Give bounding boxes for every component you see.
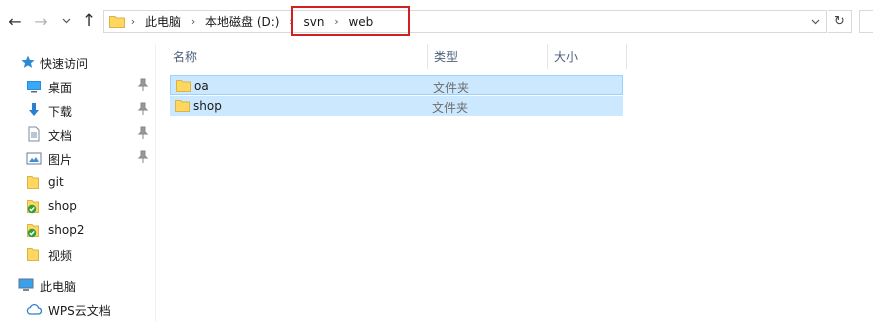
sidebar-item-pictures[interactable]: 图片 xyxy=(0,146,155,170)
sidebar-item-documents[interactable]: 文档 xyxy=(0,122,155,146)
breadcrumb-separator-icon[interactable]: › xyxy=(185,15,201,28)
sidebar-item-label: 桌面 xyxy=(48,81,73,95)
up-arrow-icon: ↑ xyxy=(81,11,97,31)
pin-icon[interactable] xyxy=(137,150,149,164)
file-row-shop[interactable]: shop 文件夹 xyxy=(170,96,623,116)
file-row-oa[interactable]: oa 文件夹 xyxy=(170,75,623,95)
back-button[interactable]: ← xyxy=(2,10,28,32)
folder-icon xyxy=(176,80,191,92)
column-header-type[interactable]: 类型 xyxy=(427,44,547,69)
address-toolbar: ← → ↑ › 此电脑 › 本地磁盘 (D:) › svn › web ↻ xyxy=(0,0,873,44)
forward-button[interactable]: → xyxy=(28,10,54,32)
column-header-name[interactable]: 名称 xyxy=(157,44,427,69)
back-arrow-icon: ← xyxy=(8,11,22,31)
navigation-pane: 快速访问 桌面 下载 文档 图片 git shop shop2 视频 此电脑 W… xyxy=(0,44,156,322)
pin-icon[interactable] xyxy=(137,102,149,116)
file-name: shop xyxy=(193,99,222,113)
column-header-size[interactable]: 大小 xyxy=(547,44,627,69)
sidebar-item-label: git xyxy=(48,175,64,189)
sidebar-item-this-pc[interactable]: 此电脑 xyxy=(0,273,155,297)
address-bar[interactable]: › 此电脑 › 本地磁盘 (D:) › svn › web xyxy=(103,10,827,33)
star-icon xyxy=(21,55,35,68)
pictures-icon xyxy=(26,152,42,165)
breadcrumb-this-pc[interactable]: 此电脑 xyxy=(141,13,185,30)
file-name: oa xyxy=(194,79,209,93)
sidebar-item-label: shop xyxy=(48,199,77,213)
up-button[interactable]: ↑ xyxy=(76,10,102,32)
breadcrumb-local-disk[interactable]: 本地磁盘 (D:) xyxy=(201,13,283,30)
cloud-icon xyxy=(26,304,42,315)
sidebar-item-git[interactable]: git xyxy=(0,170,155,194)
folder-icon xyxy=(175,100,190,112)
sidebar-item-desktop[interactable]: 桌面 xyxy=(0,74,155,98)
sidebar-item-quick-access[interactable]: 快速访问 xyxy=(0,50,155,74)
annotation-highlight-box xyxy=(291,6,410,36)
desktop-icon xyxy=(27,81,41,93)
sidebar-item-downloads[interactable]: 下载 xyxy=(0,98,155,122)
breadcrumb-separator-icon[interactable]: › xyxy=(125,15,141,28)
forward-arrow-icon: → xyxy=(34,11,48,31)
file-list: 名称 类型 大小 oa 文件夹 shop 文件夹 xyxy=(157,44,873,322)
computer-icon xyxy=(18,278,34,291)
pin-icon[interactable] xyxy=(137,78,149,92)
sidebar-item-label: shop2 xyxy=(48,223,85,237)
refresh-button[interactable]: ↻ xyxy=(828,10,852,33)
file-type: 文件夹 xyxy=(432,101,469,115)
sidebar-item-shop2[interactable]: shop2 xyxy=(0,218,155,242)
svn-folder-icon xyxy=(27,224,39,238)
sidebar-item-label: WPS云文档 xyxy=(48,304,111,318)
sidebar-item-label: 下载 xyxy=(48,105,73,119)
refresh-icon: ↻ xyxy=(834,14,845,29)
document-icon xyxy=(28,126,40,142)
sidebar-item-label: 此电脑 xyxy=(40,280,77,294)
sidebar-item-label: 快速访问 xyxy=(40,57,89,71)
file-explorer-window: ← → ↑ › 此电脑 › 本地磁盘 (D:) › svn › web ↻ 快速… xyxy=(0,0,873,322)
sidebar-item-label: 视频 xyxy=(48,249,73,263)
sidebar-item-wps-cloud[interactable]: WPS云文档 xyxy=(0,297,155,321)
sidebar-item-shop[interactable]: shop xyxy=(0,194,155,218)
chevron-down-icon xyxy=(62,18,70,24)
sidebar-item-label: 图片 xyxy=(48,153,73,167)
folder-icon xyxy=(27,176,39,189)
folder-icon xyxy=(109,16,125,28)
recent-locations-button[interactable] xyxy=(56,10,76,32)
pin-icon[interactable] xyxy=(137,126,149,140)
svn-folder-icon xyxy=(27,200,39,214)
sidebar-item-videos[interactable]: 视频 xyxy=(0,242,155,266)
address-history-button[interactable] xyxy=(806,13,824,31)
folder-icon xyxy=(27,248,39,261)
chevron-down-icon xyxy=(811,19,819,25)
search-box[interactable] xyxy=(859,10,873,33)
sidebar-item-label: 文档 xyxy=(48,129,73,143)
download-icon xyxy=(29,103,39,116)
file-type: 文件夹 xyxy=(433,81,470,95)
